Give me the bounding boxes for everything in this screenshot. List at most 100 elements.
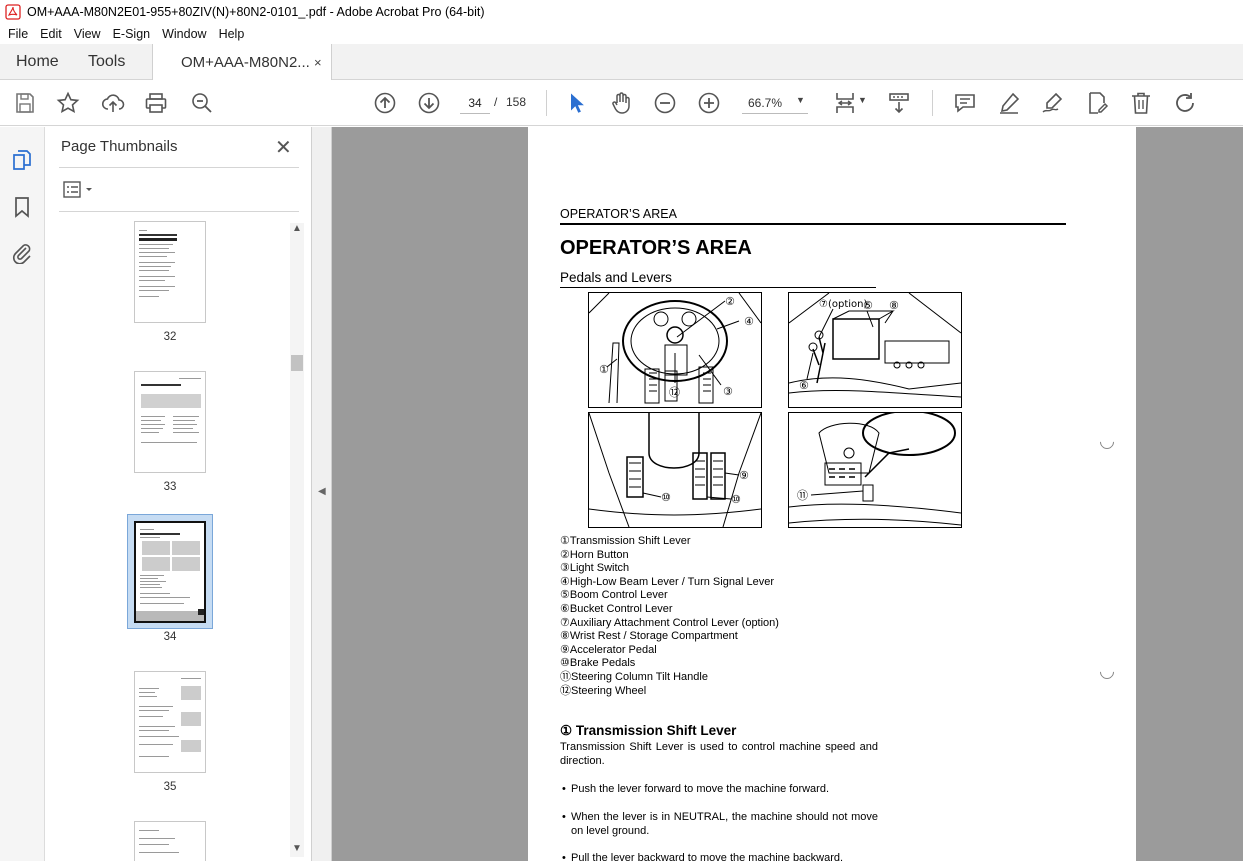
comment-icon[interactable]: [953, 91, 977, 115]
legend-item: ⑫Steering Wheel: [560, 684, 647, 697]
legend-item: ④High-Low Beam Lever / Turn Signal Lever: [560, 575, 775, 588]
bookmark-icon[interactable]: [11, 196, 33, 218]
legend-item: ②Horn Button: [560, 548, 629, 561]
thumbnail-scrollbar[interactable]: [290, 223, 304, 857]
toolbar-divider: [932, 90, 933, 116]
page-thumbnails-panel: Page Thumbnails ✕ 32 33 34 35 ▲ ▼: [45, 127, 312, 861]
select-arrow-icon[interactable]: [565, 91, 589, 115]
page-separator: /: [494, 95, 498, 109]
legend-item: ⑨Accelerator Pedal: [560, 643, 657, 656]
tab-home[interactable]: Home: [16, 44, 59, 80]
pdf-page: OPERATOR’S AREA OPERATOR’S AREA Pedals a…: [528, 127, 1136, 861]
page-up-icon[interactable]: [373, 91, 397, 115]
title-bar: OM+AAA-M80N2E01-955+80ZIV(N)+80N2-0101_.…: [0, 0, 1243, 24]
delete-icon[interactable]: [1129, 91, 1153, 115]
panel-divider: [59, 211, 299, 212]
document-viewer[interactable]: OPERATOR’S AREA OPERATOR’S AREA Pedals a…: [332, 127, 1243, 861]
subtitle-rule: [560, 287, 876, 288]
punch-hole-mark: [1097, 432, 1117, 452]
callout-12: ⑫: [669, 386, 680, 399]
acrobat-app-icon: [5, 4, 21, 20]
legend-item: ⑪Steering Column Tilt Handle: [560, 670, 708, 683]
callout-7-option: ⑦(option): [819, 299, 867, 310]
menu-help[interactable]: Help: [213, 27, 251, 41]
menu-edit[interactable]: Edit: [34, 27, 68, 41]
callout-9: ⑨: [739, 469, 749, 482]
tab-bar: Home Tools OM+AAA-M80N2... ×: [0, 44, 1243, 81]
page-fit-chevron-icon[interactable]: ▼: [858, 95, 867, 105]
page-down-icon[interactable]: [417, 91, 441, 115]
tab-document[interactable]: OM+AAA-M80N2...: [152, 44, 332, 81]
tab-close-button[interactable]: ×: [314, 55, 322, 70]
legend-item: ⑦Auxiliary Attachment Control Lever (opt…: [560, 616, 779, 629]
star-icon[interactable]: [56, 91, 80, 115]
thumbnail-page-partial[interactable]: [134, 821, 206, 861]
thumbnail-scrollbar-thumb[interactable]: [291, 355, 303, 371]
highlight-icon[interactable]: [997, 91, 1021, 115]
scroll-up-arrow-icon[interactable]: ▲: [292, 223, 302, 234]
bullet-item: When the lever is in NEUTRAL, the machin…: [562, 811, 878, 838]
thumbnail-page-32[interactable]: [134, 221, 206, 323]
scroll-mode-icon[interactable]: [887, 91, 911, 115]
thumbnail-options-icon[interactable]: [63, 181, 95, 199]
left-nav-rail: [0, 127, 45, 861]
bullet-item: Push the lever forward to move the machi…: [562, 783, 878, 797]
chevron-down-icon[interactable]: ▼: [796, 95, 805, 105]
menu-window[interactable]: Window: [156, 27, 212, 41]
thumbnail-page-35[interactable]: [134, 671, 206, 773]
zoom-out-icon[interactable]: [653, 91, 677, 115]
header-rule: [560, 223, 1066, 225]
callout-10-right: ⑩: [731, 493, 741, 506]
section-intro: Transmission Shift Lever is used to cont…: [560, 741, 878, 767]
legend-item: ⑥Bucket Control Lever: [560, 602, 673, 615]
menu-file[interactable]: File: [0, 27, 34, 41]
callout-10-left: ⑩: [661, 491, 671, 504]
section-subtitle: Pedals and Levers: [560, 270, 672, 285]
rotate-icon[interactable]: [1173, 91, 1197, 115]
attachment-icon[interactable]: [11, 242, 33, 264]
bullet-item: Pull the lever backward to move the mach…: [562, 852, 878, 861]
callout-4: ④: [744, 315, 754, 328]
figure-steering-column: ② ④ ① ⑫ ③: [588, 292, 762, 408]
callout-6: ⑥: [799, 379, 809, 392]
sign-icon[interactable]: [1041, 91, 1065, 115]
figure-pedals: ⑨ ⑩ ⑩: [588, 412, 762, 528]
edit-pdf-icon[interactable]: [1085, 91, 1109, 115]
pages-icon[interactable]: [11, 149, 33, 171]
thumbnail-label: 32: [163, 331, 177, 343]
hand-icon[interactable]: [609, 91, 633, 115]
legend-item: ⑩Brake Pedals: [560, 657, 636, 670]
upload-icon[interactable]: [101, 91, 125, 115]
legend-item: ①Transmission Shift Lever: [560, 535, 691, 547]
panel-close-button[interactable]: ✕: [275, 135, 292, 160]
callout-2: ②: [725, 295, 735, 308]
page-fit-icon[interactable]: [833, 91, 857, 115]
tab-tools[interactable]: Tools: [88, 44, 125, 80]
figure-control-levers: ⑦(option) ⑤ ⑧ ⑥: [788, 292, 962, 408]
menu-esign[interactable]: E-Sign: [107, 27, 157, 41]
zoom-search-icon[interactable]: [190, 91, 214, 115]
zoom-in-icon[interactable]: [697, 91, 721, 115]
callout-3: ③: [723, 385, 733, 398]
thumbnail-label: 33: [163, 481, 177, 493]
thumbnail-page-34[interactable]: [134, 521, 206, 623]
page-number-input[interactable]: 34: [460, 92, 490, 114]
collapse-panel-icon[interactable]: ◀: [318, 486, 326, 497]
page-total: 158: [506, 95, 527, 109]
callout-11: ⑪: [797, 489, 808, 502]
menu-bar: File Edit View E-Sign Window Help: [0, 24, 1243, 44]
print-icon[interactable]: [144, 91, 168, 115]
main-toolbar: 34 / 158 66.7% ▼ ▼: [0, 80, 1243, 126]
page-title: OPERATOR’S AREA: [560, 237, 752, 259]
save-icon[interactable]: [13, 91, 37, 115]
punch-hole-mark: [1097, 662, 1117, 682]
legend-item: ⑧Wrist Rest / Storage Compartment: [560, 630, 738, 643]
panel-splitter[interactable]: ◀: [312, 127, 332, 861]
scroll-down-arrow-icon[interactable]: ▼: [292, 843, 302, 854]
panel-divider: [59, 167, 299, 168]
legend-item: ③Light Switch: [560, 562, 630, 575]
section-heading: ① Transmission Shift Lever: [560, 723, 737, 738]
menu-view[interactable]: View: [68, 27, 107, 41]
toolbar-divider: [546, 90, 547, 116]
thumbnail-page-33[interactable]: [134, 371, 206, 473]
